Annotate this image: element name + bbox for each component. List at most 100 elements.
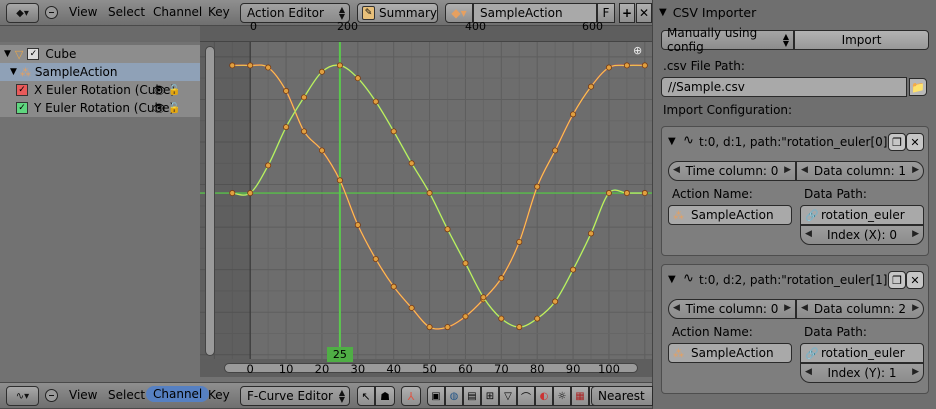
close-icon: ✕ [910,273,920,287]
chevron-left-icon[interactable]: ◀ [805,229,812,239]
chevron-right-icon[interactable]: ▶ [784,303,791,313]
eye-icon[interactable]: 👁 [152,84,166,97]
duplicate-config-button[interactable]: ❐ [888,271,906,289]
chevron-left-icon[interactable]: ◀ [801,303,808,313]
chevron-right-icon[interactable]: ▶ [912,229,919,239]
disclosure-triangle-icon[interactable]: ▼ [668,136,676,147]
menu-key[interactable]: Key [208,388,230,402]
data-column-field[interactable]: ◀ Data column: 1 ▶ [796,161,924,181]
disclosure-triangle-icon[interactable]: ▼ [668,274,676,285]
menu-select[interactable]: Select [108,388,145,402]
import-button[interactable]: Import [794,30,929,50]
chevron-left-icon[interactable]: ◀ [805,367,812,377]
snap-dropdown[interactable]: Nearest Fra [591,386,653,406]
panel-header[interactable]: ▼ CSV Importer [659,5,756,20]
file-path-input[interactable]: //Sample.csv [661,77,907,97]
graph-mode-dropdown[interactable]: F-Curve Editor ▲ ▼ [240,386,350,406]
normalize-button[interactable]: ⅄ [401,386,421,406]
source-dropdown[interactable]: Manually using config ▲ ▼ [661,26,794,54]
plus-icon[interactable]: ⊕ [633,44,642,57]
action-name-field[interactable]: SampleAction [473,3,597,23]
chevron-left-icon[interactable]: ◀ [673,303,680,313]
chevron-right-icon[interactable]: ▶ [912,367,919,377]
channel-checkbox[interactable]: ✓ [27,48,40,60]
index-field[interactable]: ◀ Index (Y): 1 ▶ [800,363,924,383]
channel-object-cube[interactable]: ▼ ▽ ✓ Cube [0,45,200,63]
action-name-label: Action Name: [672,187,753,201]
summary-icon: ✎ [362,6,375,20]
menu-view[interactable]: View [69,388,97,402]
summary-toggle[interactable]: ✎ Summary [357,3,438,23]
menu-select[interactable]: Select [108,5,145,19]
keyframe-point [354,75,361,82]
time-column-field[interactable]: ◀ Time column: 0 ▶ [668,299,796,319]
time-column-field[interactable]: ◀ Time column: 0 ▶ [668,161,796,181]
filter-texture-button[interactable]: ▦ [571,386,589,406]
remove-config-button[interactable]: ✕ [906,133,924,151]
channel-fcurve-x[interactable]: ✓ X Euler Rotation (Cube) 👁 🔓 [0,81,200,99]
filter-scene-button[interactable]: ▤ [463,386,481,406]
action-name-input[interactable]: ⁂ SampleAction [668,205,792,225]
eye-icon[interactable]: 👁 [152,102,166,115]
menu-view[interactable]: View [69,5,97,19]
chevron-left-icon[interactable]: ◀ [801,165,808,175]
fcurve-graph[interactable]: 6040200-20-40-60 [200,42,652,359]
panel-title: CSV Importer [672,5,757,20]
chevron-right-icon[interactable]: ▶ [912,303,919,313]
index-field[interactable]: ◀ Index (X): 0 ▶ [800,225,924,245]
channel-color-checkbox[interactable]: ✓ [16,102,28,114]
filter-lamp-button[interactable]: ☼ [553,386,571,406]
fcurve-graph-area[interactable]: 6040200-20-40-60 [200,42,652,359]
show-hidden-button[interactable]: ☗ [375,386,395,406]
current-frame-indicator[interactable]: 25 [326,347,353,362]
keyframe-point [390,283,397,290]
disclosure-triangle-icon[interactable]: ▼ [659,7,667,18]
menu-key[interactable]: Key [208,5,230,19]
collapse-menu-icon[interactable] [45,389,58,402]
filter-world-button[interactable]: ◍ [445,386,463,406]
action-icon: ◆▾ [451,6,467,20]
filter-material-button[interactable]: ◐ [535,386,553,406]
chevron-left-icon[interactable]: ◀ [673,165,680,175]
menu-channel[interactable]: Channel [146,386,210,402]
unlink-action-button[interactable]: ✕ [636,3,652,23]
filter-mesh-button[interactable]: ▽ [499,386,517,406]
menu-channel[interactable]: Channel [153,5,202,19]
disclosure-triangle-icon[interactable]: ▼ [4,49,11,59]
only-selected-button[interactable]: ↖ [357,386,375,406]
data-path-input[interactable]: 🔗 rotation_euler [800,343,924,363]
remove-config-button[interactable]: ✕ [906,271,924,289]
filter-object-button[interactable]: ▣ [427,386,445,406]
x-tick-label: 50 [422,362,437,376]
chevron-right-icon[interactable]: ▶ [912,165,919,175]
texture-icon: ▦ [575,390,585,402]
index-value: Index (Y): 1 [827,366,897,380]
data-column-field[interactable]: ◀ Data column: 2 ▶ [796,299,924,319]
lamp-icon: ☼ [557,390,567,402]
lock-icon[interactable]: 🔓 [168,103,180,114]
disclosure-triangle-icon[interactable]: ▼ [10,67,17,77]
data-path-input[interactable]: 🔗 rotation_euler [800,205,924,225]
collapse-menu-icon[interactable] [45,6,58,19]
channel-fcurve-y[interactable]: ✓ Y Euler Rotation (Cube) 👁 🔓 [0,99,200,117]
channel-action[interactable]: ▼ ⁂ SampleAction [0,63,200,81]
file-path-value: //Sample.csv [668,80,745,94]
file-browse-button[interactable]: 📁 [909,78,927,96]
scene-icon: ▤ [467,390,477,402]
new-action-button[interactable]: + [619,3,635,23]
filter-nodes-button[interactable]: ⊞ [481,386,499,406]
keyframe-point [336,177,343,184]
filter-curve-button[interactable]: ⌒ [517,386,535,406]
rna-icon: 🔗 [805,346,819,360]
editor-type-button[interactable]: ∿▾ [6,386,39,406]
editor-type-button[interactable]: ◆▾ [6,3,39,23]
duplicate-config-button[interactable]: ❐ [888,133,906,151]
rna-icon: 🔗 [805,208,819,222]
frame-ruler-bottom[interactable]: 0 10 20 30 40 50 60 70 80 90 100 25 [200,347,652,377]
frame-ruler-top[interactable]: 0 200 400 600 [200,20,652,42]
action-name-input[interactable]: ⁂ SampleAction [668,343,792,363]
channel-color-checkbox[interactable]: ✓ [16,84,28,96]
lock-icon[interactable]: 🔓 [168,85,180,96]
vertical-scrollbar[interactable] [205,46,215,356]
chevron-right-icon[interactable]: ▶ [784,165,791,175]
